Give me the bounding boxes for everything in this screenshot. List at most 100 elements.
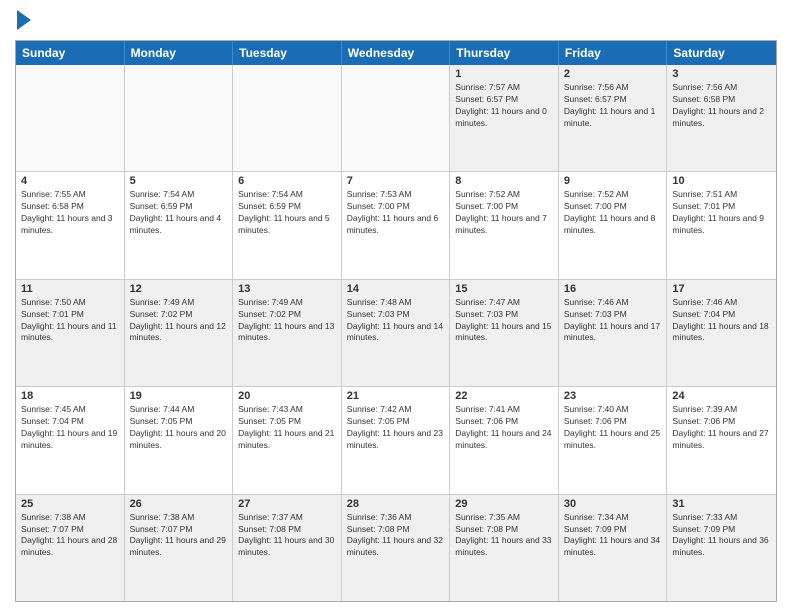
day-number: 26 — [130, 498, 228, 510]
cell-info-text: Sunrise: 7:40 AM Sunset: 7:06 PM Dayligh… — [564, 404, 662, 452]
calendar-cell: 14Sunrise: 7:48 AM Sunset: 7:03 PM Dayli… — [342, 280, 451, 386]
cell-info-text: Sunrise: 7:49 AM Sunset: 7:02 PM Dayligh… — [238, 297, 336, 345]
calendar-cell: 16 Sunrise: 7:46 AM Sunset: 7:03 PM Dayli… — [559, 280, 668, 386]
calendar-row: 4 Sunrise: 7:55 AM Sunset: 6:58 PM Daylig… — [16, 172, 776, 279]
day-number: 7 — [347, 175, 445, 187]
day-number: 9 — [564, 175, 662, 187]
cell-info-text: Sunrise: 7:44 AM Sunset: 7:05 PM Dayligh… — [130, 404, 228, 452]
cell-info-text: Sunrise: 7:54 AM Sunset: 6:59 PM Dayligh… — [238, 189, 336, 237]
logo-arrow-icon — [17, 10, 31, 30]
calendar-cell: 26 Sunrise: 7:38 AM Sunset: 7:07 PM Dayli… — [125, 495, 234, 601]
calendar-cell — [342, 65, 451, 171]
calendar-cell — [233, 65, 342, 171]
cell-info-text: Sunrise: 7:37 AM Sunset: 7:08 PM Dayligh… — [238, 512, 336, 560]
day-number: 6 — [238, 175, 336, 187]
day-number: 8 — [455, 175, 553, 187]
calendar-header: SundayMondayTuesdayWednesdayThursdayFrid… — [16, 41, 776, 65]
calendar-cell: 31 Sunrise: 7:33 AM Sunset: 7:09 PM Dayli… — [667, 495, 776, 601]
cell-info-text: Sunrise: 7:34 AM Sunset: 7:09 PM Dayligh… — [564, 512, 662, 560]
calendar-cell: 21 Sunrise: 7:42 AM Sunset: 7:05 PM Dayli… — [342, 387, 451, 493]
calendar-cell: 7Sunrise: 7:53 AM Sunset: 7:00 PM Daylig… — [342, 172, 451, 278]
cell-info-text: Sunrise: 7:50 AM Sunset: 7:01 PM Dayligh… — [21, 297, 119, 345]
calendar-cell: 11 Sunrise: 7:50 AM Sunset: 7:01 PM Dayli… — [16, 280, 125, 386]
cell-info-text: Sunrise: 7:38 AM Sunset: 7:07 PM Dayligh… — [21, 512, 119, 560]
calendar-cell: 1Sunrise: 7:57 AM Sunset: 6:57 PM Daylig… — [450, 65, 559, 171]
calendar-cell: 6 Sunrise: 7:54 AM Sunset: 6:59 PM Daylig… — [233, 172, 342, 278]
day-number: 5 — [130, 175, 228, 187]
cell-info-text: Sunrise: 7:45 AM Sunset: 7:04 PM Dayligh… — [21, 404, 119, 452]
calendar-cell: 18 Sunrise: 7:45 AM Sunset: 7:04 PM Dayli… — [16, 387, 125, 493]
cell-info-text: Sunrise: 7:43 AM Sunset: 7:05 PM Dayligh… — [238, 404, 336, 452]
calendar-body: 1Sunrise: 7:57 AM Sunset: 6:57 PM Daylig… — [16, 65, 776, 601]
day-number: 17 — [672, 283, 771, 295]
day-number: 28 — [347, 498, 445, 510]
calendar-cell: 9 Sunrise: 7:52 AM Sunset: 7:00 PM Daylig… — [559, 172, 668, 278]
cell-info-text: Sunrise: 7:47 AM Sunset: 7:03 PM Dayligh… — [455, 297, 553, 345]
weekday-header-monday: Monday — [125, 41, 234, 65]
calendar-cell — [125, 65, 234, 171]
cell-info-text: Sunrise: 7:33 AM Sunset: 7:09 PM Dayligh… — [672, 512, 771, 560]
calendar-row: 1Sunrise: 7:57 AM Sunset: 6:57 PM Daylig… — [16, 65, 776, 172]
day-number: 12 — [130, 283, 228, 295]
day-number: 10 — [672, 175, 771, 187]
cell-info-text: Sunrise: 7:48 AM Sunset: 7:03 PM Dayligh… — [347, 297, 445, 345]
calendar-cell: 3Sunrise: 7:56 AM Sunset: 6:58 PM Daylig… — [667, 65, 776, 171]
cell-info-text: Sunrise: 7:39 AM Sunset: 7:06 PM Dayligh… — [672, 404, 771, 452]
day-number: 24 — [672, 390, 771, 402]
cell-info-text: Sunrise: 7:38 AM Sunset: 7:07 PM Dayligh… — [130, 512, 228, 560]
cell-info-text: Sunrise: 7:36 AM Sunset: 7:08 PM Dayligh… — [347, 512, 445, 560]
day-number: 15 — [455, 283, 553, 295]
day-number: 27 — [238, 498, 336, 510]
page-container: SundayMondayTuesdayWednesdayThursdayFrid… — [0, 0, 792, 612]
cell-info-text: Sunrise: 7:54 AM Sunset: 6:59 PM Dayligh… — [130, 189, 228, 237]
calendar-cell: 27 Sunrise: 7:37 AM Sunset: 7:08 PM Dayli… — [233, 495, 342, 601]
calendar-cell: 15 Sunrise: 7:47 AM Sunset: 7:03 PM Dayli… — [450, 280, 559, 386]
logo — [15, 10, 31, 32]
day-number: 4 — [21, 175, 119, 187]
weekday-header-wednesday: Wednesday — [342, 41, 451, 65]
calendar-cell: 22Sunrise: 7:41 AM Sunset: 7:06 PM Dayli… — [450, 387, 559, 493]
calendar-row: 18 Sunrise: 7:45 AM Sunset: 7:04 PM Dayli… — [16, 387, 776, 494]
cell-info-text: Sunrise: 7:55 AM Sunset: 6:58 PM Dayligh… — [21, 189, 119, 237]
day-number: 30 — [564, 498, 662, 510]
cell-info-text: Sunrise: 7:52 AM Sunset: 7:00 PM Dayligh… — [564, 189, 662, 237]
calendar-cell: 13 Sunrise: 7:49 AM Sunset: 7:02 PM Dayli… — [233, 280, 342, 386]
calendar-cell: 4 Sunrise: 7:55 AM Sunset: 6:58 PM Daylig… — [16, 172, 125, 278]
weekday-header-sunday: Sunday — [16, 41, 125, 65]
cell-info-text: Sunrise: 7:35 AM Sunset: 7:08 PM Dayligh… — [455, 512, 553, 560]
calendar-cell: 29 Sunrise: 7:35 AM Sunset: 7:08 PM Dayli… — [450, 495, 559, 601]
calendar-cell: 28 Sunrise: 7:36 AM Sunset: 7:08 PM Dayli… — [342, 495, 451, 601]
cell-info-text: Sunrise: 7:46 AM Sunset: 7:03 PM Dayligh… — [564, 297, 662, 345]
weekday-header-saturday: Saturday — [667, 41, 776, 65]
calendar-cell: 20 Sunrise: 7:43 AM Sunset: 7:05 PM Dayli… — [233, 387, 342, 493]
cell-info-text: Sunrise: 7:52 AM Sunset: 7:00 PM Dayligh… — [455, 189, 553, 237]
day-number: 31 — [672, 498, 771, 510]
calendar-row: 11 Sunrise: 7:50 AM Sunset: 7:01 PM Dayli… — [16, 280, 776, 387]
day-number: 11 — [21, 283, 119, 295]
day-number: 16 — [564, 283, 662, 295]
calendar-cell: 30 Sunrise: 7:34 AM Sunset: 7:09 PM Dayli… — [559, 495, 668, 601]
calendar: SundayMondayTuesdayWednesdayThursdayFrid… — [15, 40, 777, 602]
cell-info-text: Sunrise: 7:42 AM Sunset: 7:05 PM Dayligh… — [347, 404, 445, 452]
calendar-cell: 19Sunrise: 7:44 AM Sunset: 7:05 PM Dayli… — [125, 387, 234, 493]
day-number: 21 — [347, 390, 445, 402]
day-number: 22 — [455, 390, 553, 402]
day-number: 20 — [238, 390, 336, 402]
calendar-cell: 5 Sunrise: 7:54 AM Sunset: 6:59 PM Daylig… — [125, 172, 234, 278]
calendar-cell: 23Sunrise: 7:40 AM Sunset: 7:06 PM Dayli… — [559, 387, 668, 493]
calendar-cell — [16, 65, 125, 171]
cell-info-text: Sunrise: 7:46 AM Sunset: 7:04 PM Dayligh… — [672, 297, 771, 345]
day-number: 13 — [238, 283, 336, 295]
day-number: 1 — [455, 68, 553, 80]
day-number: 2 — [564, 68, 662, 80]
day-number: 18 — [21, 390, 119, 402]
calendar-cell: 17 Sunrise: 7:46 AM Sunset: 7:04 PM Dayli… — [667, 280, 776, 386]
header — [15, 10, 777, 32]
day-number: 29 — [455, 498, 553, 510]
weekday-header-friday: Friday — [559, 41, 668, 65]
cell-info-text: Sunrise: 7:51 AM Sunset: 7:01 PM Dayligh… — [672, 189, 771, 237]
calendar-cell: 24 Sunrise: 7:39 AM Sunset: 7:06 PM Dayli… — [667, 387, 776, 493]
calendar-row: 25Sunrise: 7:38 AM Sunset: 7:07 PM Dayli… — [16, 495, 776, 601]
cell-info-text: Sunrise: 7:56 AM Sunset: 6:57 PM Dayligh… — [564, 82, 662, 130]
cell-info-text: Sunrise: 7:56 AM Sunset: 6:58 PM Dayligh… — [672, 82, 771, 130]
